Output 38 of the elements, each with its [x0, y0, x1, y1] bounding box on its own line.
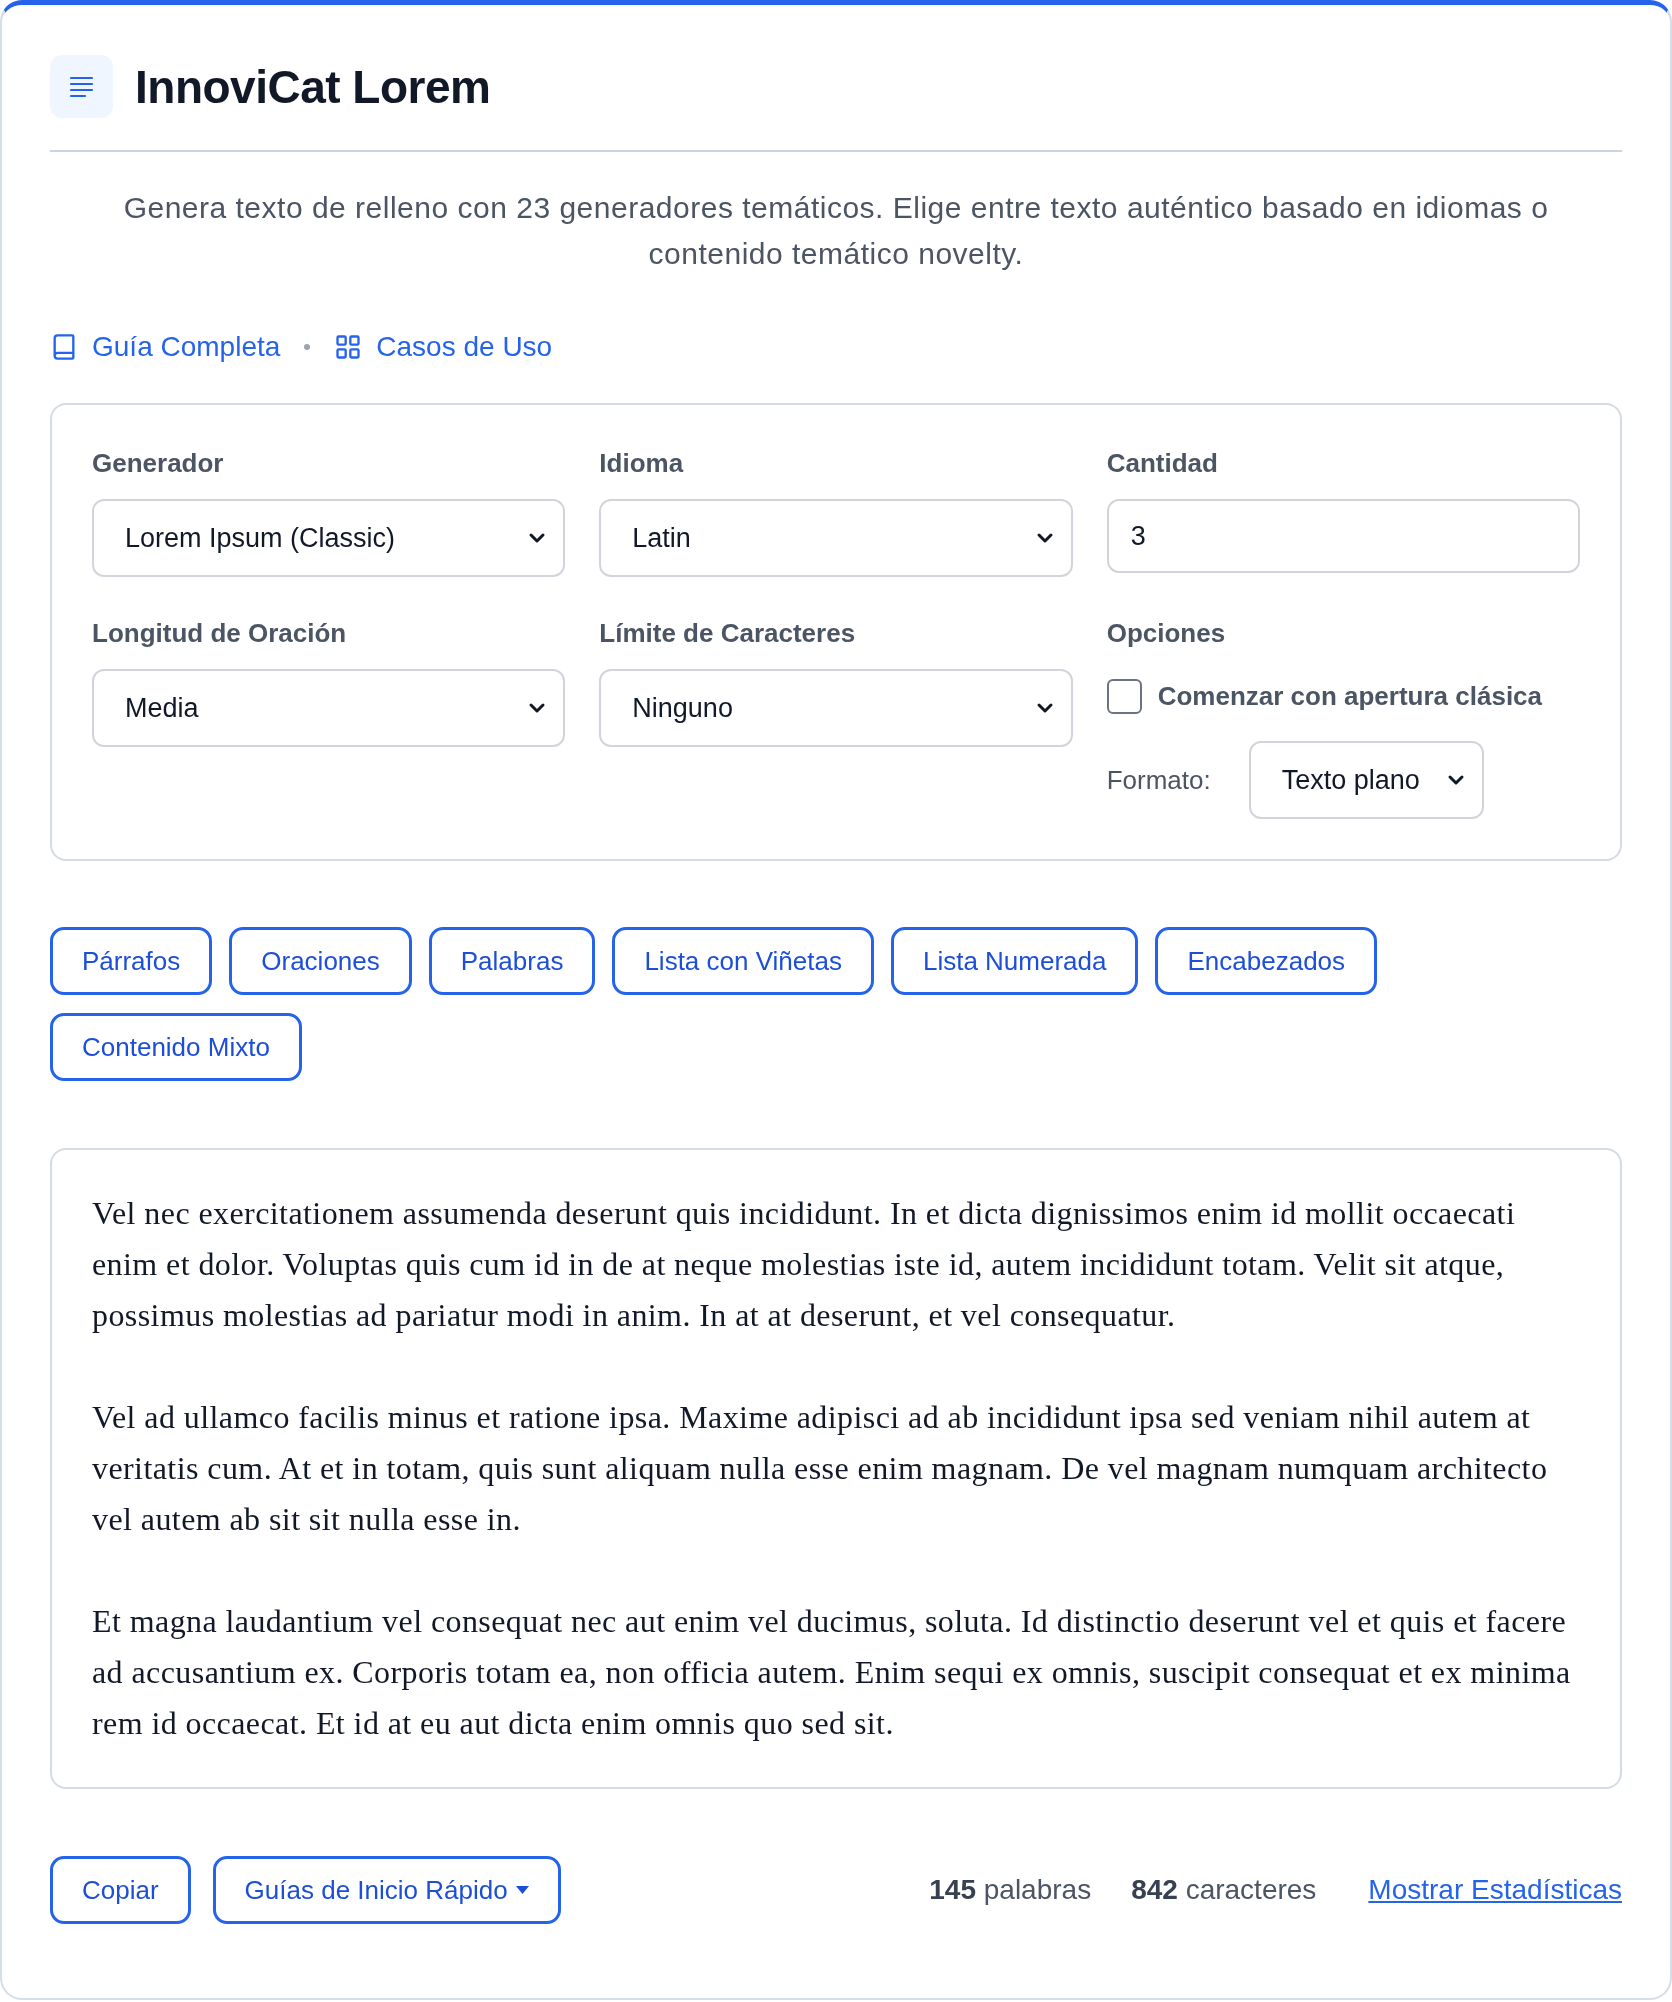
field-label: Generador: [92, 447, 224, 480]
mode-button[interactable]: Lista con Viñetas: [612, 927, 874, 995]
show-stats-link[interactable]: Mostrar Estadísticas: [1368, 1874, 1622, 1906]
field-label: Límite de Caracteres: [599, 617, 856, 650]
stat-text: 842 caracteres: [1131, 1874, 1317, 1906]
select-field[interactable]: Latin: [599, 499, 1073, 577]
select-field[interactable]: Media: [92, 669, 566, 747]
caret-down-icon: [515, 1886, 529, 1894]
output-paragraph: Et magna laudantium vel consequat nec aut enim vel ducimus, soluta. Id distinctio deserunt vel et quis et facere ad accusantium ex. Corporis totam ea, non officia autem. Enim sequi ex omnis, suscipit consequat et ex minima rem id occaecat. Et id at eu aut dicta enim omnis quo sed sit.: [92, 1602, 1572, 1743]
stat-text: 145 palabras: [929, 1874, 1092, 1906]
format-select[interactable]: Texto plano: [1248, 741, 1484, 819]
text-lines-icon: [50, 55, 113, 118]
separator-dot-icon: [304, 344, 311, 350]
field-label: Cantidad: [1106, 447, 1218, 480]
select-field[interactable]: Ninguno: [599, 669, 1073, 747]
app-description: Genera texto de relleno con 23 generadores temáticos. Elige entre texto auténtico basado en idiomas o contenido temático novelty.: [122, 190, 1550, 272]
use-cases-link[interactable]: Casos de Uso: [334, 331, 553, 363]
mode-button[interactable]: Palabras: [428, 927, 596, 995]
mode-button[interactable]: Encabezados: [1155, 927, 1378, 995]
mode-button[interactable]: Oraciones: [229, 927, 412, 995]
field-label: Idioma: [599, 447, 684, 480]
number-input[interactable]: 3: [1106, 499, 1580, 573]
app-title: InnoviCat Lorem: [135, 59, 491, 114]
guide-link[interactable]: Guía Completa: [50, 331, 281, 363]
select-field[interactable]: Lorem Ipsum (Classic): [92, 499, 566, 577]
field-label: Opciones: [1106, 617, 1226, 650]
field-label: Longitud de Oración: [92, 617, 347, 650]
dropdown-button[interactable]: Guías de Inicio Rápido: [212, 1856, 561, 1924]
output-paragraph: Vel nec exercitationem assumenda deserunt quis incididunt. In et dicta dignissimos enim id mollit occaecati enim et dolor. Voluptas quis cum id in de at neque molestias iste id, autem incididunt totam. Velit sit atque, possimus molestias ad pariatur modi in anim. In at at deserunt, et vel consequatur.: [92, 1194, 1517, 1335]
mode-button[interactable]: Lista Numerada: [890, 927, 1139, 995]
mode-button[interactable]: Párrafos: [50, 927, 213, 995]
action-button[interactable]: Copiar: [50, 1856, 191, 1924]
mode-button[interactable]: Contenido Mixto: [50, 1013, 302, 1081]
output-paragraph: Vel ad ullamco facilis minus et ratione ipsa. Maxime adipisci ad ab incididunt ipsa sed veniam nihil autem at veritatis cum. At et in totam, quis sunt aliquam nulla esse enim magnam. De vel magnam numquam architecto vel autem ab sit sit nulla esse in.: [92, 1398, 1549, 1539]
format-label: Formato:: [1106, 764, 1211, 796]
grid-icon: [334, 333, 363, 361]
checkbox-label: Comenzar con apertura clásica: [1157, 681, 1543, 712]
checkbox[interactable]: [1106, 679, 1142, 714]
